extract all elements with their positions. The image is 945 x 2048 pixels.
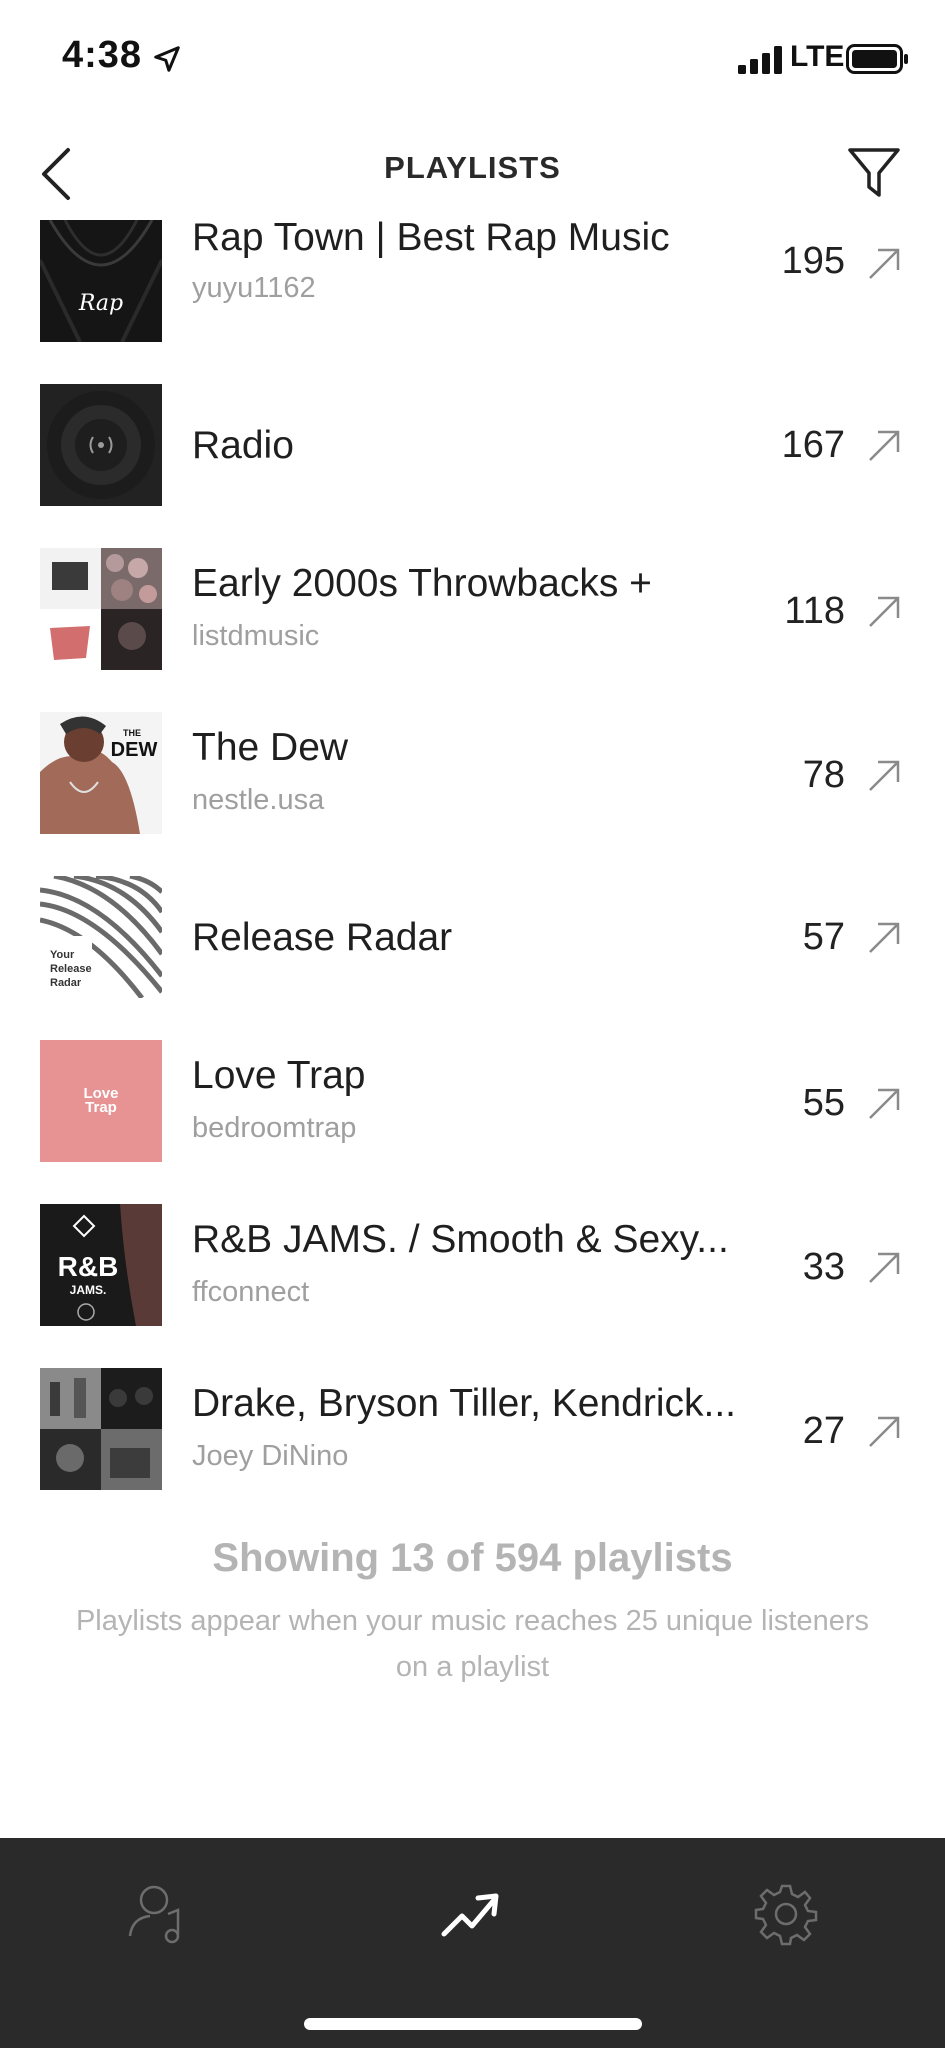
art-text: Trap [85, 1099, 117, 1116]
dark-rap-art-icon: Rap [40, 220, 162, 342]
tab-settings[interactable] [746, 1874, 826, 1954]
playlist-listener-count: 167 [781, 424, 845, 466]
filter-button[interactable] [846, 142, 902, 202]
playlist-art: Your Release Radar [40, 876, 162, 998]
playlist-listener-count: 118 [784, 590, 845, 632]
playlist-listener-count: 33 [802, 1246, 845, 1288]
rnb-art-icon: R&B JAMS. [40, 1204, 162, 1326]
signal-icon [738, 46, 782, 74]
playlist-row[interactable]: Love Trap Love Trap bedroomtrap 55 [0, 1040, 945, 1204]
playlist-listener-count: 57 [802, 916, 845, 958]
dew-art-icon: THE DEW [40, 712, 162, 834]
playlist-owner: bedroomtrap [192, 1112, 357, 1144]
playlist-title: Early 2000s Throwbacks + [192, 562, 652, 605]
playlist-list: Rap Rap Town | Best Rap Music yuyu1162 1… [0, 220, 945, 1500]
network-label: LTE [790, 40, 845, 73]
playlist-art [40, 548, 162, 670]
playlist-row[interactable]: Your Release Radar Release Radar 57 [0, 876, 945, 1040]
open-arrow-icon[interactable] [866, 594, 902, 630]
footer-subtitle: Playlists appear when your music reaches… [75, 1605, 870, 1683]
artist-music-icon [128, 1885, 180, 1944]
footer-title: Showing 13 of 594 playlists [212, 1536, 733, 1580]
playlist-title: Rap Town | Best Rap Music [192, 220, 670, 259]
location-arrow-icon [154, 46, 180, 72]
art-text: THE [123, 728, 141, 738]
playlist-owner: listdmusic [192, 620, 320, 652]
playlist-title: Radio [192, 424, 294, 467]
page-title: PLAYLISTS [384, 150, 561, 185]
playlist-art: Love Trap [40, 1040, 162, 1162]
art-text: JAMS. [70, 1283, 107, 1297]
playlist-listener-count: 78 [802, 754, 845, 796]
status-bar: 4:38 LTE [0, 0, 945, 120]
playlist-art: THE DEW [40, 712, 162, 834]
open-arrow-icon[interactable] [866, 920, 902, 956]
playlist-art [40, 1368, 162, 1490]
art-text: Your [50, 949, 75, 961]
art-text: DEW [111, 739, 158, 761]
art-text: Rap [78, 291, 123, 316]
playlist-listener-count: 195 [781, 240, 845, 282]
love-trap-art-icon: Love Trap [40, 1040, 162, 1162]
status-time: 4:38 [62, 34, 143, 76]
tab-bar [0, 1838, 945, 2048]
playlist-row[interactable]: Drake, Bryson Tiller, Kendrick... Joey D… [0, 1368, 945, 1500]
playlist-row[interactable]: R&B JAMS. R&B JAMS. / Smooth & Sexy... f… [0, 1204, 945, 1368]
radio-art-icon [40, 384, 162, 506]
gear-icon [754, 1884, 818, 1946]
playlist-row[interactable]: Rap Rap Town | Best Rap Music yuyu1162 1… [0, 220, 945, 364]
open-arrow-icon[interactable] [866, 1086, 902, 1122]
collage-art-icon [40, 548, 162, 670]
open-arrow-icon[interactable] [866, 246, 902, 282]
playlist-title: Drake, Bryson Tiller, Kendrick... [192, 1382, 737, 1425]
tab-artist[interactable] [120, 1874, 200, 1954]
open-arrow-icon[interactable] [866, 758, 902, 794]
playlist-listener-count: 55 [802, 1082, 845, 1124]
trending-up-icon [441, 1893, 499, 1937]
header: PLAYLISTS [0, 120, 945, 220]
tab-trending[interactable] [432, 1874, 512, 1954]
playlist-art [40, 384, 162, 506]
art-text: Radar [50, 977, 82, 989]
playlist-listener-count: 27 [802, 1410, 845, 1452]
open-arrow-icon[interactable] [866, 428, 902, 464]
collage-bw-art-icon [40, 1368, 162, 1490]
playlist-row[interactable]: Radio 167 [0, 384, 945, 548]
playlist-row[interactable]: THE DEW The Dew nestle.usa 78 [0, 712, 945, 876]
playlist-art: Rap [40, 220, 162, 342]
playlist-title: Release Radar [192, 916, 453, 959]
art-text: Release [50, 963, 92, 975]
release-radar-art-icon: Your Release Radar [40, 876, 162, 998]
open-arrow-icon[interactable] [866, 1414, 902, 1450]
playlist-owner: nestle.usa [192, 784, 325, 816]
home-indicator [304, 2018, 642, 2030]
playlist-owner: yuyu1162 [192, 272, 316, 304]
open-arrow-icon[interactable] [866, 1250, 902, 1286]
playlist-title: R&B JAMS. / Smooth & Sexy... [192, 1218, 729, 1261]
playlist-title: The Dew [192, 726, 349, 769]
playlist-owner: ffconnect [192, 1276, 310, 1308]
playlist-owner: Joey DiNino [192, 1440, 349, 1472]
art-text: R&B [58, 1251, 119, 1282]
playlist-row[interactable]: Early 2000s Throwbacks + listdmusic 118 [0, 548, 945, 712]
battery-icon [846, 44, 908, 74]
playlist-title: Love Trap [192, 1054, 366, 1097]
playlist-art: R&B JAMS. [40, 1204, 162, 1326]
